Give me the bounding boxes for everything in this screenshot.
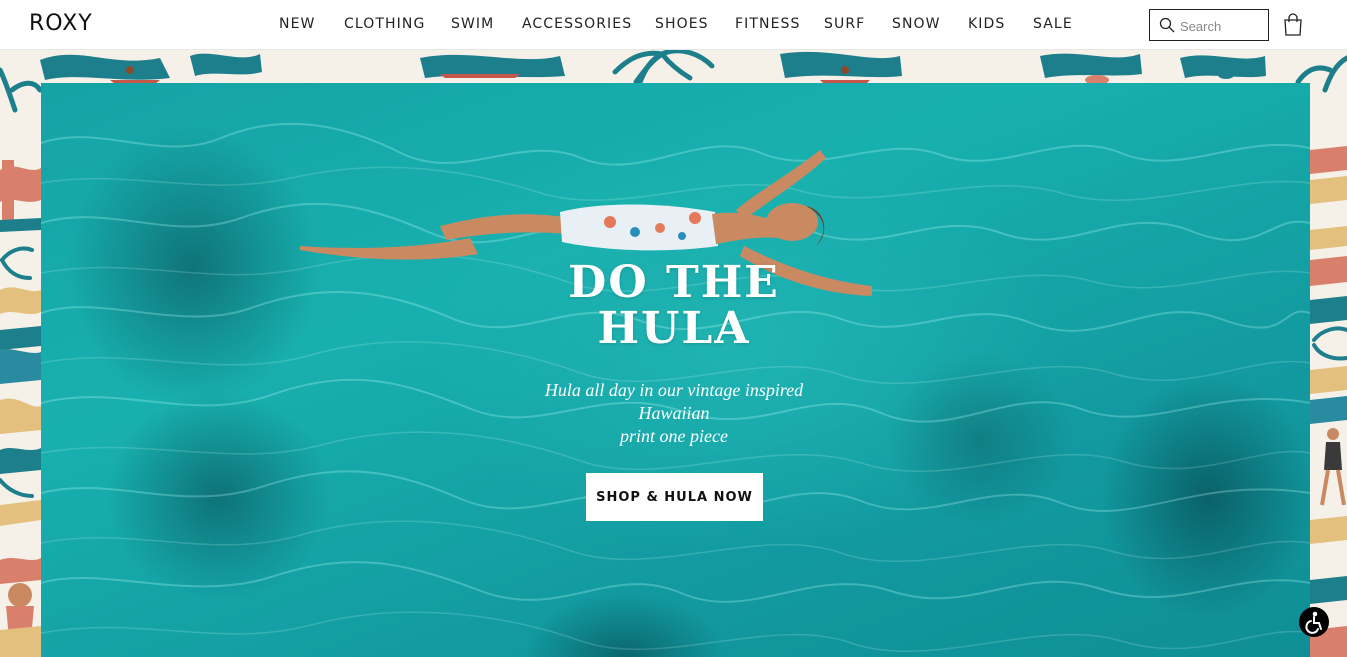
nav-item-clothing[interactable]: CLOTHING — [344, 16, 425, 32]
nav-item-surf[interactable]: SURF — [824, 16, 865, 32]
headline-line-1: DO THE — [568, 257, 780, 308]
subtext-line-2: Hawaiian — [638, 403, 710, 423]
nav-item-sale[interactable]: SALE — [1033, 16, 1073, 32]
nav-item-new[interactable]: NEW — [279, 16, 315, 32]
search-input[interactable] — [1180, 16, 1264, 36]
subtext-line-1: Hula all day in our vintage inspired — [544, 380, 804, 400]
subtext-line-3: print one piece — [620, 426, 728, 446]
headline-line-2: HULA — [597, 303, 751, 354]
nav-item-fitness[interactable]: FITNESS — [735, 16, 801, 32]
hero-banner[interactable]: DO THE HULA Hula all day in our vintage … — [0, 50, 1347, 657]
hero-subtext: Hula all day in our vintage inspired Haw… — [474, 379, 874, 448]
search-icon[interactable] — [1159, 17, 1175, 33]
shop-hula-now-button[interactable]: SHOP & HULA NOW — [586, 473, 763, 521]
nav-item-snow[interactable]: SNOW — [892, 16, 941, 32]
site-header: ROXY NEW CLOTHING SWIM ACCESSORIES SHOES… — [0, 0, 1347, 50]
accessibility-icon[interactable] — [1299, 607, 1329, 637]
nav-item-kids[interactable]: KIDS — [968, 16, 1005, 32]
shopping-bag-icon[interactable] — [1283, 13, 1303, 36]
hero-headline: DO THE HULA — [474, 260, 874, 352]
water-ripples — [41, 122, 1310, 653]
search-box[interactable] — [1149, 9, 1269, 41]
nav-item-swim[interactable]: SWIM — [451, 16, 494, 32]
accessibility-button[interactable] — [1299, 607, 1329, 637]
main-nav: NEW CLOTHING SWIM ACCESSORIES SHOES FITN… — [0, 0, 1347, 50]
nav-item-shoes[interactable]: SHOES — [655, 16, 709, 32]
nav-item-accessories[interactable]: ACCESSORIES — [522, 16, 632, 32]
